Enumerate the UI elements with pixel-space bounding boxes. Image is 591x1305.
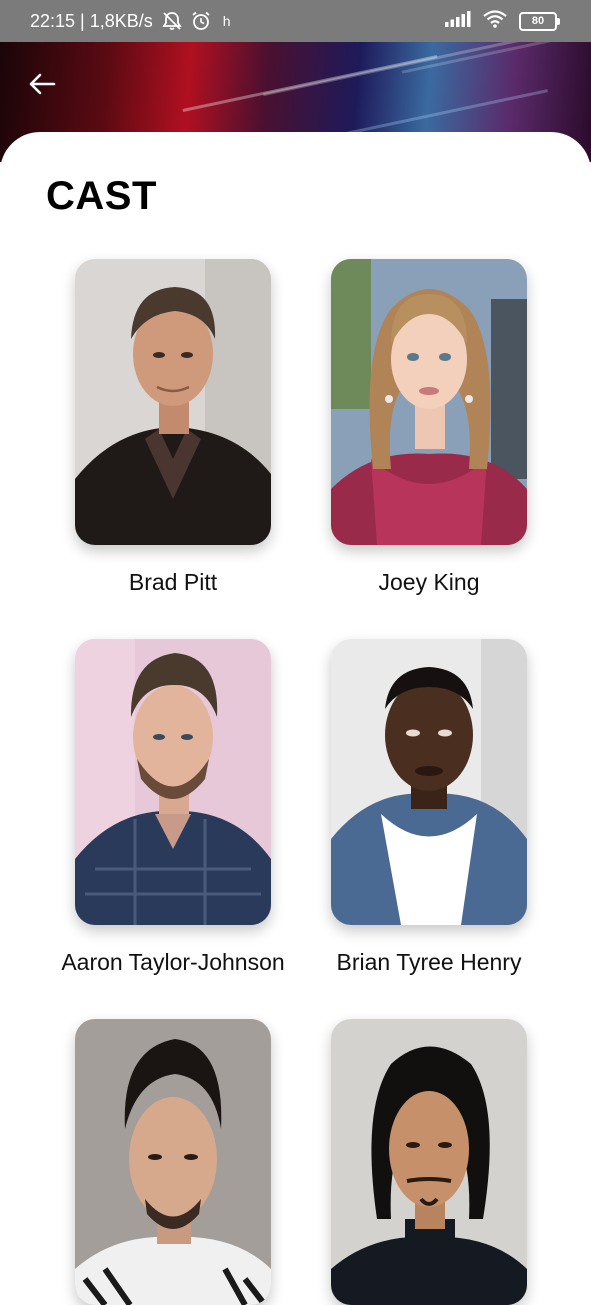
cast-photo (75, 1019, 271, 1305)
battery-level: 80 (531, 14, 545, 27)
page-title: CAST (46, 174, 157, 218)
status-right: 80 (445, 0, 560, 42)
battery-icon: 80 (519, 11, 560, 31)
status-bar: 22:15 | 1,8KB/s h 80 (0, 0, 591, 42)
cast-photo (331, 1019, 527, 1305)
wifi-icon (483, 9, 507, 33)
cast-sheet: CAST Brad Pitt Joey King Aaron Taylor-Jo… (0, 132, 591, 1305)
cast-photo (75, 639, 271, 925)
alarm-icon (191, 11, 211, 31)
mute-icon (161, 11, 183, 31)
cast-name: Joey King (378, 569, 480, 595)
status-left: 22:15 | 1,8KB/s h (30, 0, 231, 42)
back-button[interactable] (22, 64, 62, 104)
arrow-left-icon (29, 73, 56, 95)
status-time-speed: 22:15 | 1,8KB/s (30, 10, 153, 31)
cast-name: Brian Tyree Henry (336, 949, 522, 975)
status-extra: h (222, 13, 231, 29)
cast-photo (331, 259, 527, 545)
signal-icon (445, 10, 471, 32)
cast-photo (75, 259, 271, 545)
cast-photo (331, 639, 527, 925)
